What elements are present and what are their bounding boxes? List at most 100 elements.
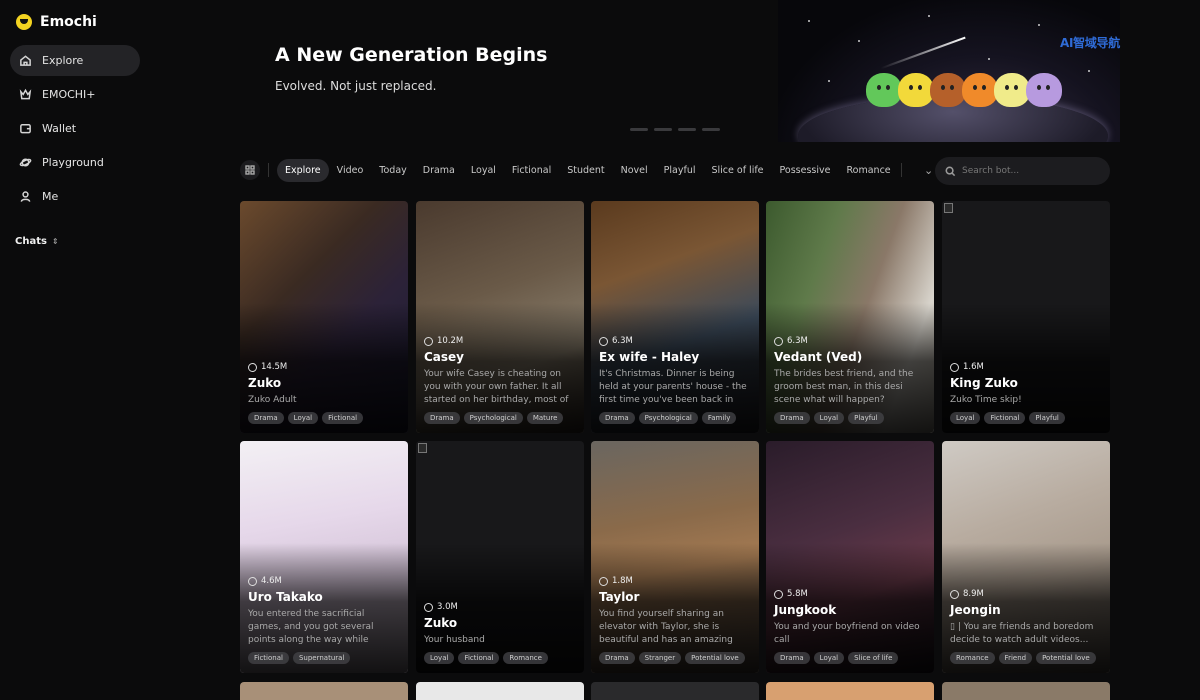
- character-card[interactable]: 8.9M Jeongin ▯ | You are friends and bor…: [942, 441, 1110, 673]
- character-card[interactable]: 4.6M Uro Takako You entered the sacrific…: [240, 441, 408, 673]
- card-description: ▯ | You are friends and boredom decide t…: [950, 622, 1094, 645]
- card-info: 4.6M Uro Takako You entered the sacrific…: [248, 576, 400, 664]
- divider: [268, 163, 269, 177]
- sidebar: Emochi Explore EMOCHI+ Wallet Playground…: [0, 0, 150, 700]
- card-tags: Loyal Fictional Romance: [424, 652, 576, 664]
- tag[interactable]: Mature: [526, 412, 564, 424]
- tag[interactable]: Psychological: [463, 412, 523, 424]
- tag[interactable]: Drama: [248, 412, 284, 424]
- tab-romance[interactable]: Romance: [838, 159, 898, 182]
- tag[interactable]: Fictional: [458, 652, 500, 664]
- card-name: Uro Takako: [248, 590, 323, 604]
- tag[interactable]: Loyal: [287, 412, 319, 424]
- card-name: Casey: [424, 350, 465, 364]
- mascot-green-icon: [866, 73, 902, 107]
- character-card[interactable]: [766, 682, 934, 700]
- tab-today[interactable]: Today: [371, 159, 414, 182]
- search-input[interactable]: [962, 166, 1092, 176]
- character-card[interactable]: 3.0M Zuko Your husband Loyal Fictional R…: [416, 441, 584, 673]
- sidebar-item-emochi-plus[interactable]: EMOCHI+: [10, 79, 140, 110]
- tag[interactable]: Drama: [424, 412, 460, 424]
- tag[interactable]: Friend: [998, 652, 1033, 664]
- tab-student[interactable]: Student: [559, 159, 612, 182]
- carousel-dot[interactable]: [678, 128, 696, 131]
- tab-slice-of-life[interactable]: Slice of life: [703, 159, 771, 182]
- character-card[interactable]: [416, 682, 584, 700]
- tab-loyal[interactable]: Loyal: [463, 159, 504, 182]
- carousel-dot[interactable]: [702, 128, 720, 131]
- card-name: Jeongin: [950, 603, 1001, 617]
- tab-novel[interactable]: Novel: [613, 159, 656, 182]
- tag[interactable]: Romance: [950, 652, 995, 664]
- chat-count: 8.9M: [950, 589, 1102, 599]
- planet-icon: [19, 156, 32, 169]
- chat-count: 5.8M: [774, 589, 926, 599]
- sidebar-item-me[interactable]: Me: [10, 181, 140, 212]
- tag[interactable]: Playful: [848, 412, 884, 424]
- tab-fictional[interactable]: Fictional: [504, 159, 559, 182]
- tab-drama[interactable]: Drama: [415, 159, 463, 182]
- tag[interactable]: Slice of life: [848, 652, 899, 664]
- tag[interactable]: Potential love: [685, 652, 745, 664]
- crown-icon: [19, 88, 32, 101]
- tag[interactable]: Fictional: [984, 412, 1026, 424]
- card-info: 1.8M Taylor You find yourself sharing an…: [599, 576, 751, 664]
- hero-banner[interactable]: A New Generation Begins Evolved. Not jus…: [150, 0, 1200, 145]
- character-card[interactable]: 1.6M King Zuko Zuko Time skip! Loyal Fic…: [942, 201, 1110, 433]
- character-card[interactable]: [942, 682, 1110, 700]
- brand[interactable]: Emochi: [16, 14, 97, 30]
- card-tags: Drama Psychological Family: [599, 412, 751, 424]
- card-name: Jungkook: [774, 603, 837, 617]
- character-card[interactable]: [240, 682, 408, 700]
- tag[interactable]: Loyal: [813, 412, 845, 424]
- character-card[interactable]: 6.3M Ex wife - Haley It's Christmas. Din…: [591, 201, 759, 433]
- character-card[interactable]: [591, 682, 759, 700]
- sidebar-item-label: EMOCHI+: [42, 88, 96, 101]
- tag[interactable]: Stranger: [638, 652, 682, 664]
- character-card[interactable]: 1.8M Taylor You find yourself sharing an…: [591, 441, 759, 673]
- chats-toggle[interactable]: Chats ⇕: [15, 236, 59, 247]
- carousel-dot[interactable]: [630, 128, 648, 131]
- character-card[interactable]: 10.2M Casey Your wife Casey is cheating …: [416, 201, 584, 433]
- tag[interactable]: Drama: [599, 652, 635, 664]
- hero-illustration: [778, 0, 1120, 142]
- card-description: Zuko Adult: [248, 395, 297, 405]
- card-tags: Loyal Fictional Playful: [950, 412, 1102, 424]
- character-card[interactable]: 6.3M Vedant (Ved) The brides best friend…: [766, 201, 934, 433]
- tag[interactable]: Supernatural: [292, 652, 351, 664]
- sidebar-item-explore[interactable]: Explore: [10, 45, 140, 76]
- sidebar-item-playground[interactable]: Playground: [10, 147, 140, 178]
- card-info: 10.2M Casey Your wife Casey is cheating …: [424, 336, 576, 424]
- sidebar-item-label: Me: [42, 190, 59, 203]
- broken-image-icon: [944, 203, 953, 213]
- card-description: The brides best friend, and the groom be…: [774, 369, 914, 405]
- tag[interactable]: Loyal: [813, 652, 845, 664]
- tab-playful[interactable]: Playful: [656, 159, 704, 182]
- tag[interactable]: Loyal: [424, 652, 455, 664]
- card-info: 6.3M Vedant (Ved) The brides best friend…: [774, 336, 926, 424]
- tag[interactable]: Fictional: [248, 652, 289, 664]
- tag[interactable]: Fictional: [322, 412, 364, 424]
- chat-bubble-icon: [248, 362, 257, 372]
- tab-video[interactable]: Video: [329, 159, 372, 182]
- chat-count: 4.6M: [248, 576, 400, 586]
- brand-name: Emochi: [40, 14, 97, 30]
- tag[interactable]: Drama: [774, 412, 810, 424]
- tag[interactable]: Potential love: [1036, 652, 1096, 664]
- tab-explore[interactable]: Explore: [277, 158, 329, 182]
- tag[interactable]: Playful: [1029, 412, 1065, 424]
- chat-count: 10.2M: [424, 336, 576, 346]
- character-card[interactable]: 5.8M Jungkook You and your boyfriend on …: [766, 441, 934, 673]
- carousel-dot[interactable]: [654, 128, 672, 131]
- tag[interactable]: Drama: [599, 412, 635, 424]
- tag[interactable]: Psychological: [638, 412, 698, 424]
- sidebar-item-wallet[interactable]: Wallet: [10, 113, 140, 144]
- tag[interactable]: Romance: [503, 652, 548, 664]
- tag[interactable]: Drama: [774, 652, 810, 664]
- tag[interactable]: Loyal: [950, 412, 981, 424]
- tab-possessive[interactable]: Possessive: [772, 159, 839, 182]
- chat-bubble-icon: [950, 589, 959, 599]
- grid-view-button[interactable]: [240, 160, 260, 180]
- tag[interactable]: Family: [701, 412, 737, 424]
- character-card[interactable]: 14.5M Zuko Zuko Adult Drama Loyal Fictio…: [240, 201, 408, 433]
